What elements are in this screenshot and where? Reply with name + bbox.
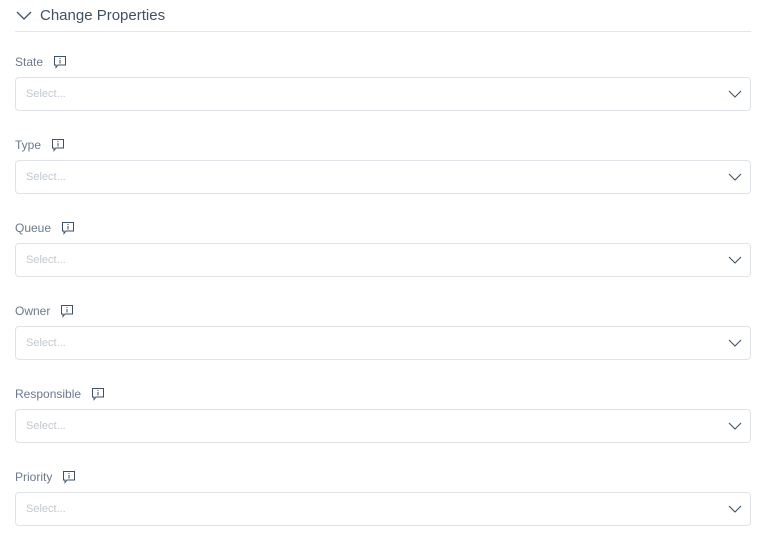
field-state: State Select... — [15, 53, 751, 111]
info-tooltip-icon[interactable] — [62, 470, 76, 484]
field-label: Responsible — [15, 387, 82, 401]
queue-select[interactable]: Select... — [15, 243, 751, 277]
chevron-down-icon — [728, 339, 742, 347]
state-select[interactable]: Select... — [15, 77, 751, 111]
chevron-down-icon — [728, 173, 742, 181]
info-tooltip-icon[interactable] — [51, 138, 65, 152]
select-placeholder: Select... — [26, 254, 66, 266]
field-responsible: Responsible Select... — [15, 385, 751, 443]
field-label: Queue — [15, 221, 52, 235]
section-header-change-properties[interactable]: Change Properties — [15, 0, 751, 32]
priority-select[interactable]: Select... — [15, 492, 751, 526]
field-label: Type — [15, 138, 42, 152]
chevron-down-icon — [728, 256, 742, 264]
field-type: Type Select... — [15, 136, 751, 194]
select-placeholder: Select... — [26, 337, 66, 349]
field-label: Priority — [15, 470, 53, 484]
select-placeholder: Select... — [26, 420, 66, 432]
select-placeholder: Select... — [26, 503, 66, 515]
info-tooltip-icon[interactable] — [53, 55, 67, 69]
responsible-select[interactable]: Select... — [15, 409, 751, 443]
chevron-down-icon — [728, 422, 742, 430]
field-queue: Queue Select... — [15, 219, 751, 277]
field-label: Owner — [15, 304, 51, 318]
owner-select[interactable]: Select... — [15, 326, 751, 360]
chevron-down-icon — [728, 505, 742, 513]
chevron-down-icon — [728, 90, 742, 98]
select-placeholder: Select... — [26, 171, 66, 183]
info-tooltip-icon[interactable] — [61, 221, 75, 235]
type-select[interactable]: Select... — [15, 160, 751, 194]
field-priority: Priority Select... — [15, 468, 751, 526]
chevron-down-icon — [16, 11, 32, 20]
field-owner: Owner Select... — [15, 302, 751, 360]
info-tooltip-icon[interactable] — [60, 304, 74, 318]
section-title: Change Properties — [40, 7, 166, 24]
select-placeholder: Select... — [26, 88, 66, 100]
field-label: State — [15, 55, 44, 69]
info-tooltip-icon[interactable] — [91, 387, 105, 401]
